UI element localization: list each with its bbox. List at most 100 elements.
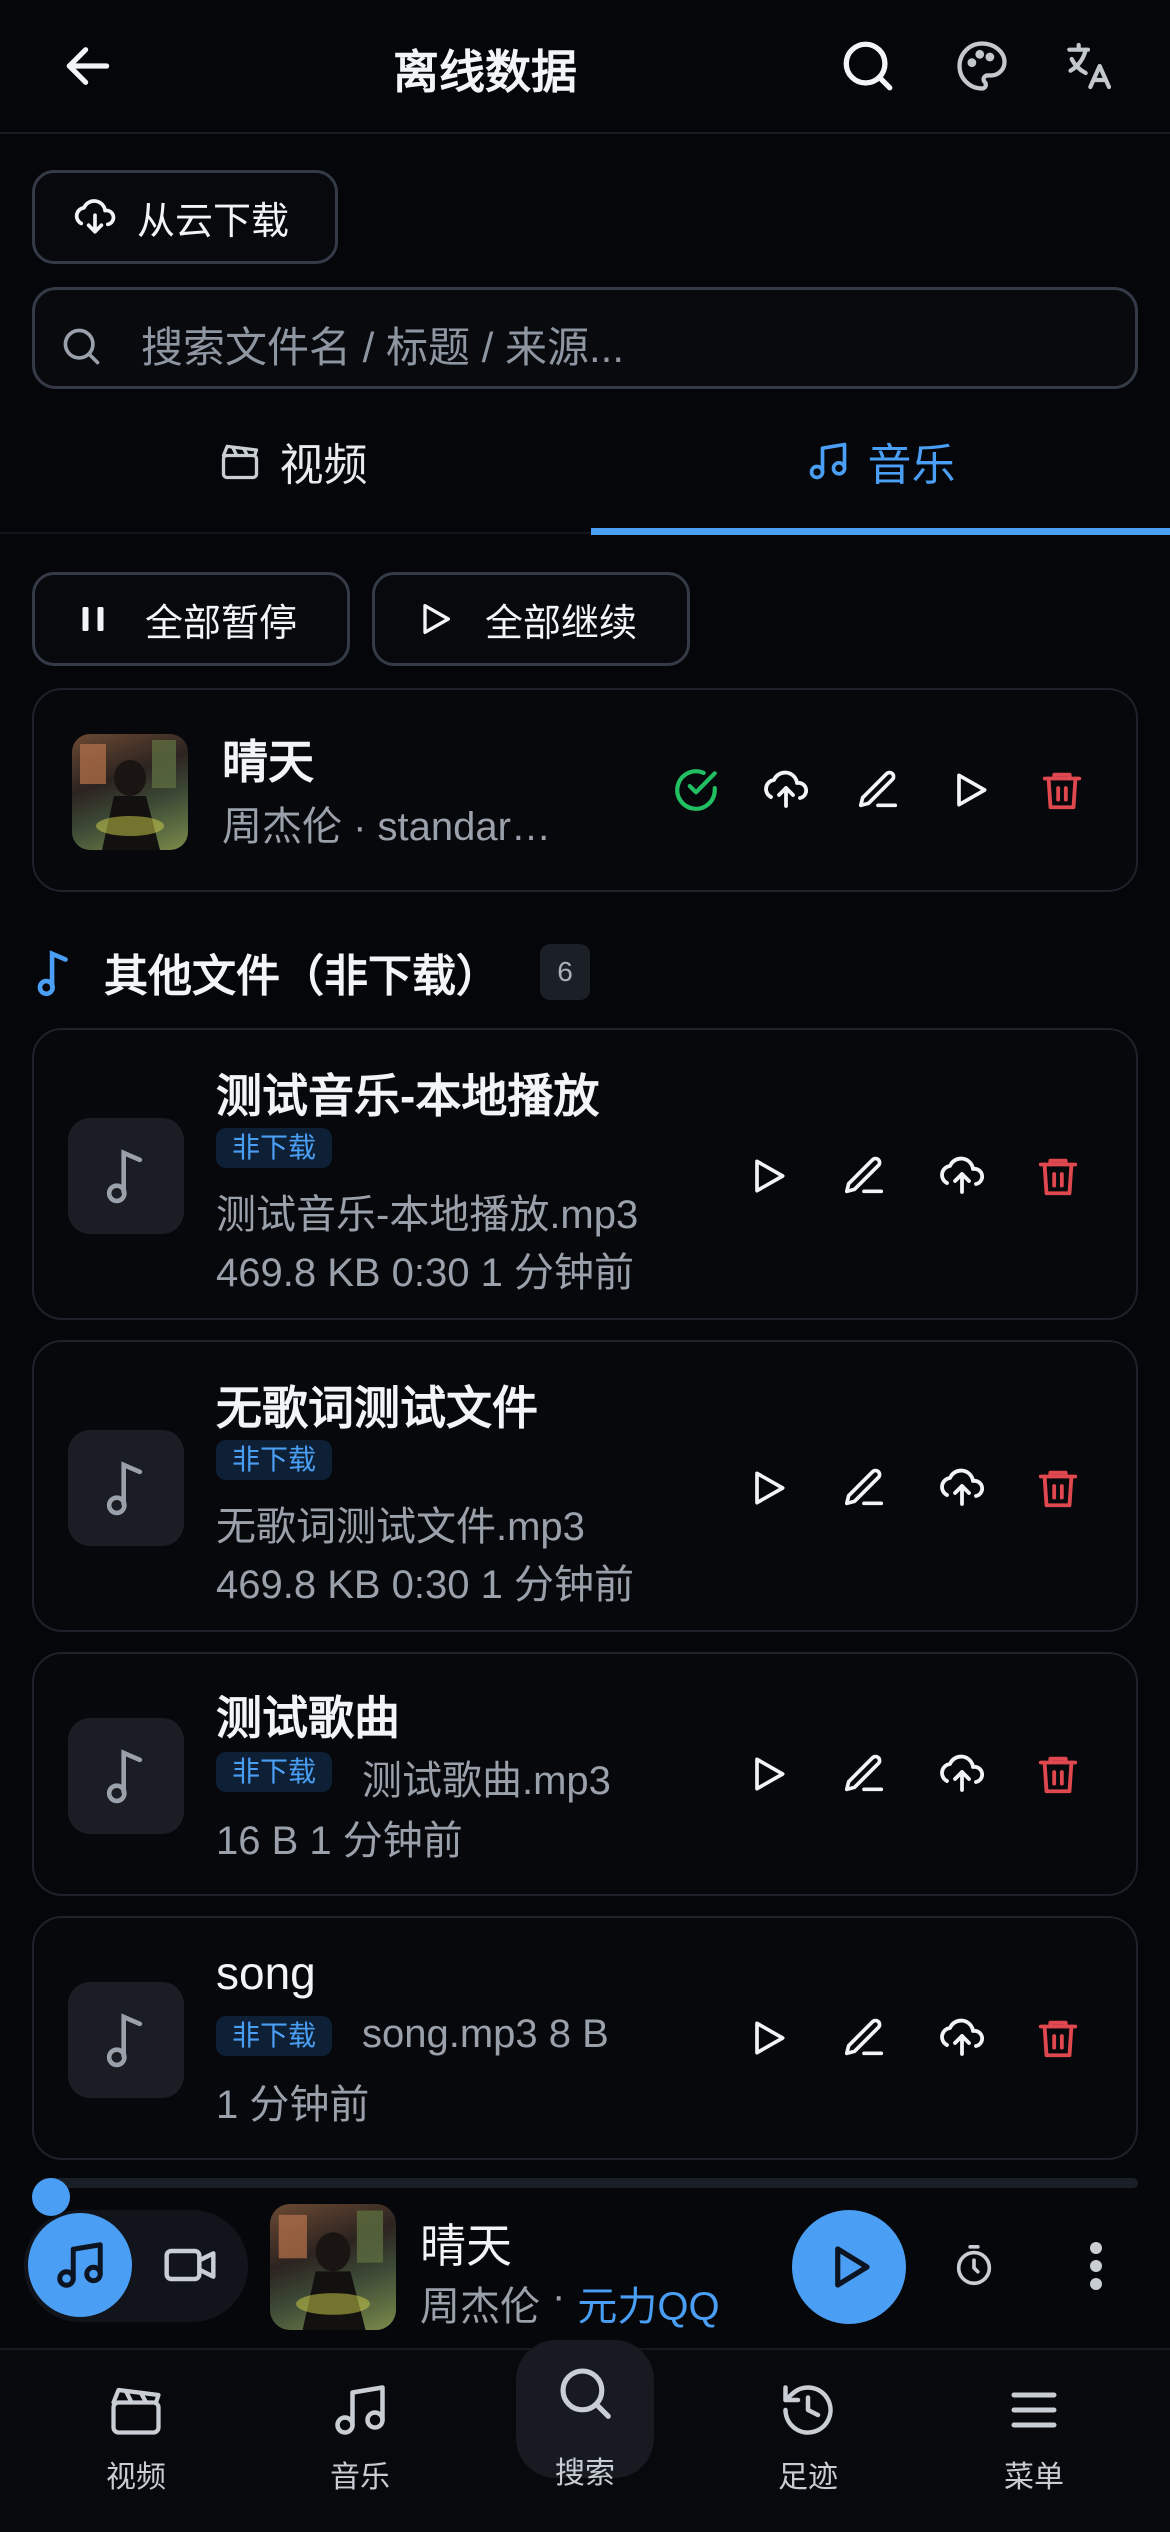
pause-all-button[interactable]: 全部暂停 (32, 572, 350, 666)
tab-music-label: 音乐 (867, 441, 956, 490)
translate-icon[interactable] (1052, 30, 1124, 102)
music-note-icon (330, 2380, 390, 2440)
nav-video[interactable]: 视频 (56, 2380, 216, 2496)
edit-pencil-icon[interactable] (846, 758, 910, 822)
play-icon[interactable] (736, 2006, 800, 2070)
playback-progress-knob[interactable] (32, 2178, 70, 2216)
music-thumb-icon (68, 1718, 184, 1834)
history-icon (778, 2380, 838, 2440)
playback-progress-track[interactable] (40, 2178, 1138, 2188)
cloud-upload-icon[interactable] (930, 1742, 994, 1806)
download-item-card[interactable]: 晴天 周杰伦 · standar… (32, 688, 1138, 892)
cloud-upload-icon[interactable] (930, 1456, 994, 1520)
video-camera-icon (162, 2237, 218, 2293)
play-icon (822, 2240, 876, 2294)
separator: · (552, 2274, 566, 2318)
music-thumb-icon (68, 1118, 184, 1234)
now-playing-source[interactable]: 元力QQ (577, 2274, 719, 2332)
edit-pencil-icon[interactable] (832, 2006, 896, 2070)
cloud-upload-icon[interactable] (754, 758, 818, 822)
pause-icon (75, 601, 111, 637)
search-icon[interactable] (832, 30, 904, 102)
check-circle-icon (664, 758, 728, 822)
count-badge: 6 (540, 944, 590, 1000)
now-playing-artist: 周杰伦 (420, 2285, 540, 2329)
section-title: 其他文件（非下载） (104, 952, 500, 1001)
tab-music[interactable]: 音乐 (591, 390, 1170, 532)
edit-pencil-icon[interactable] (832, 1456, 896, 1520)
resume-all-button[interactable]: 全部继续 (372, 572, 690, 666)
play-button[interactable] (792, 2210, 906, 2324)
album-cover (72, 734, 188, 850)
nav-search[interactable]: 搜索 (505, 2362, 665, 2492)
delete-trash-icon[interactable] (1026, 1742, 1090, 1806)
more-vertical-icon[interactable] (1066, 2236, 1126, 2296)
edit-pencil-icon[interactable] (832, 1144, 896, 1208)
cloud-download-button[interactable]: 从云下载 (32, 170, 338, 264)
nav-menu[interactable]: 菜单 (954, 2380, 1114, 2496)
file-card[interactable]: 测试歌曲 非下载 测试歌曲.mp3 16 B 1 分钟前 (32, 1652, 1138, 1896)
menu-icon (1004, 2380, 1064, 2440)
app-header: 离线数据 (0, 0, 1170, 134)
tab-video[interactable]: 视频 (0, 390, 585, 532)
non-download-badge: 非下载 (216, 1440, 333, 1480)
clapperboard-icon (106, 2380, 166, 2440)
now-playing-subtitle: 周杰伦 · 元力QQ (420, 2274, 720, 2332)
video-mode-button[interactable] (160, 2235, 220, 2295)
nav-history[interactable]: 足迹 (728, 2380, 888, 2496)
music-mode-button[interactable] (28, 2213, 132, 2317)
file-name: 测试歌曲.mp3 (362, 1759, 611, 1803)
nav-video-label: 视频 (106, 2461, 166, 2494)
file-title: song (216, 1947, 316, 1999)
now-playing-title: 晴天 (420, 2220, 512, 2272)
play-icon[interactable] (736, 1456, 800, 1520)
cloud-upload-icon[interactable] (930, 1144, 994, 1208)
play-icon[interactable] (938, 758, 1002, 822)
search-icon (554, 2362, 616, 2424)
play-icon (415, 599, 455, 639)
file-card[interactable]: 无歌词测试文件 非下载 无歌词测试文件.mp3 469.8 KB 0:30 1 … (32, 1340, 1138, 1632)
cloud-download-label: 从云下载 (137, 200, 290, 243)
search-field-icon (59, 324, 103, 368)
page-title: 离线数据 (393, 46, 577, 98)
file-card[interactable]: song 非下载 song.mp3 8 B 1 分钟前 (32, 1916, 1138, 2160)
tab-video-label: 视频 (279, 441, 368, 490)
clapperboard-icon (218, 439, 262, 483)
pause-all-label: 全部暂停 (145, 602, 298, 645)
music-note-icon (53, 2238, 107, 2292)
non-download-badge: 非下载 (216, 1752, 333, 1792)
cloud-download-icon (73, 195, 117, 239)
nav-history-label: 足迹 (778, 2461, 838, 2494)
file-meta: 1 分钟前 (216, 2083, 370, 2127)
now-playing-cover[interactable] (270, 2204, 396, 2330)
media-tabs: 视频 音乐 (0, 390, 1170, 536)
file-card[interactable]: 测试音乐-本地播放 非下载 测试音乐-本地播放.mp3 469.8 KB 0:3… (32, 1028, 1138, 1320)
download-title: 晴天 (222, 736, 314, 788)
delete-trash-icon[interactable] (1026, 1144, 1090, 1208)
search-input[interactable]: 搜索文件名 / 标题 / 来源... (32, 287, 1138, 389)
download-subtitle: 周杰伦 · standar… (222, 805, 551, 849)
sleep-timer-icon[interactable] (944, 2236, 1004, 2296)
edit-pencil-icon[interactable] (832, 1742, 896, 1806)
delete-trash-icon[interactable] (1026, 2006, 1090, 2070)
cloud-upload-icon[interactable] (930, 2006, 994, 2070)
nav-music[interactable]: 音乐 (280, 2380, 440, 2496)
palette-icon[interactable] (946, 30, 1018, 102)
music-note-icon (806, 439, 850, 483)
play-icon[interactable] (736, 1144, 800, 1208)
file-name: song.mp3 8 B (362, 2012, 609, 2056)
file-name: 测试音乐-本地播放.mp3 (216, 1193, 639, 1237)
resume-all-label: 全部继续 (485, 602, 638, 645)
music-thumb-icon (68, 1430, 184, 1546)
active-tab-indicator (591, 528, 1170, 535)
play-icon[interactable] (736, 1742, 800, 1806)
delete-trash-icon[interactable] (1026, 1456, 1090, 1520)
file-meta: 16 B 1 分钟前 (216, 1819, 463, 1863)
non-download-badge: 非下载 (216, 2016, 333, 2056)
search-placeholder: 搜索文件名 / 标题 / 来源... (141, 324, 625, 371)
file-title: 测试音乐-本地播放 (216, 1070, 600, 1122)
music-note-icon (34, 948, 74, 998)
file-title: 测试歌曲 (216, 1692, 400, 1744)
file-title: 无歌词测试文件 (216, 1382, 538, 1434)
delete-trash-icon[interactable] (1030, 758, 1094, 822)
